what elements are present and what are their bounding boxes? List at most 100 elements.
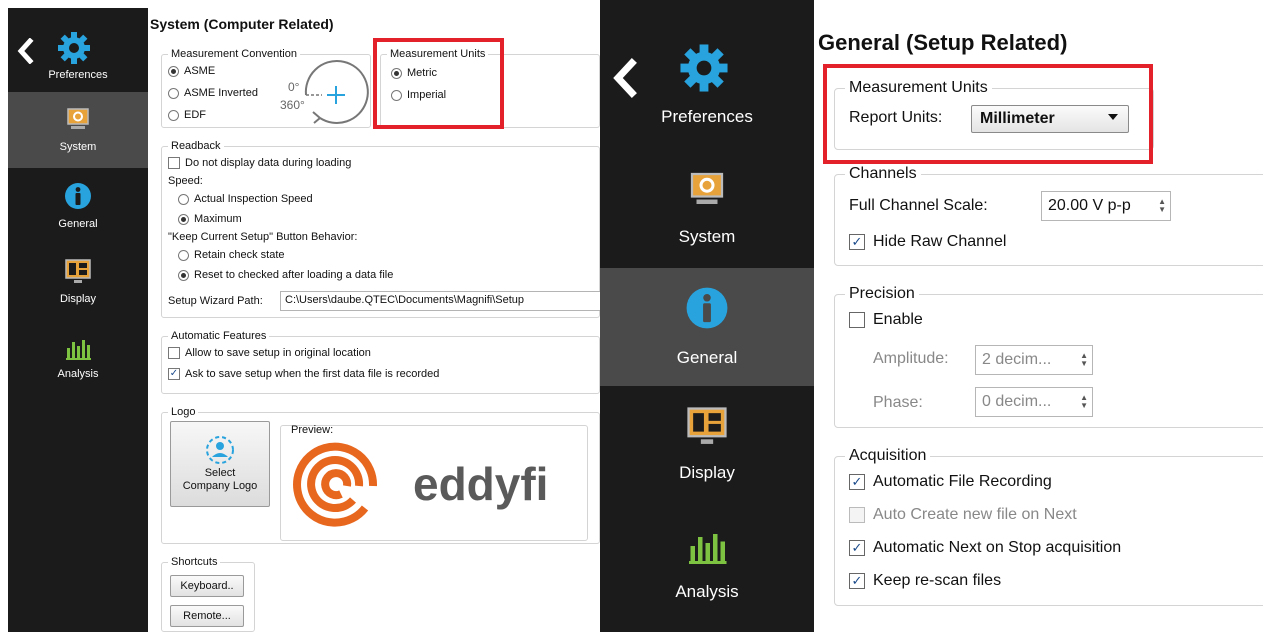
eddyfi-logo: eddyfi bbox=[293, 442, 548, 527]
radio-button[interactable] bbox=[178, 269, 189, 281]
speed-label: Speed: bbox=[168, 175, 203, 187]
sidebar-item-analysis[interactable]: Analysis bbox=[600, 506, 814, 624]
checkbox-precision-enable[interactable]: Enable bbox=[849, 311, 923, 329]
radio-label: ASME bbox=[184, 65, 216, 77]
logo-brand-text: eddyfi bbox=[413, 458, 548, 510]
checkbox[interactable]: ✓ bbox=[168, 368, 180, 380]
readback-group: Readback Do not display data during load… bbox=[161, 140, 600, 318]
sidebar-item-analysis[interactable]: Analysis bbox=[8, 320, 148, 396]
radio-actual-speed[interactable]: Actual Inspection Speed bbox=[178, 193, 313, 205]
radio-button[interactable] bbox=[168, 109, 179, 121]
sidebar-item-preferences[interactable]: Preferences bbox=[8, 18, 148, 94]
checkbox-keep-rescan-files[interactable]: ✓ Keep re-scan files bbox=[849, 572, 1001, 590]
remote-button[interactable]: Remote... bbox=[170, 605, 244, 627]
checkbox-label: Auto Create new file on Next bbox=[873, 506, 1077, 523]
left-content: System (Computer Related) Measurement Co… bbox=[148, 8, 600, 632]
group-label: Automatic Features bbox=[168, 330, 270, 342]
checkbox-automatic-next-on-stop[interactable]: ✓ Automatic Next on Stop acquisition bbox=[849, 539, 1121, 557]
group-label: Acquisition bbox=[845, 447, 931, 465]
checkbox[interactable]: ✓ bbox=[849, 540, 865, 556]
wizard-path-input[interactable]: C:\Users\daube.QTEC\Documents\Magnifi\Se… bbox=[280, 291, 600, 311]
radio-asme[interactable]: ASME bbox=[168, 65, 215, 77]
info-icon bbox=[65, 183, 91, 209]
precision-group: Precision Enable Amplitude: 2 decim... ▲… bbox=[834, 285, 1263, 428]
radio-button[interactable] bbox=[168, 87, 179, 99]
checkbox-auto-create-new-file[interactable]: Auto Create new file on Next bbox=[849, 506, 1077, 524]
select-company-logo-button[interactable]: Select Company Logo bbox=[170, 421, 270, 507]
radio-label: Maximum bbox=[194, 213, 242, 225]
radio-label: Retain check state bbox=[194, 249, 285, 261]
radio-retain-check[interactable]: Retain check state bbox=[178, 249, 285, 261]
sidebar-item-display[interactable]: Display bbox=[600, 386, 814, 504]
spinner-value: 0 decim... bbox=[982, 393, 1052, 410]
user-avatar-icon bbox=[206, 436, 234, 464]
checkbox-label: Keep re-scan files bbox=[873, 572, 1002, 589]
sidebar-item-label: Display bbox=[679, 463, 735, 482]
radio-reset-checked[interactable]: Reset to checked after loading a data fi… bbox=[178, 269, 393, 281]
analysis-icon bbox=[66, 340, 91, 360]
checkbox[interactable]: ✓ bbox=[849, 474, 865, 490]
keep-setup-label: "Keep Current Setup" Button Behavior: bbox=[168, 231, 358, 243]
radio-maximum[interactable]: Maximum bbox=[178, 213, 242, 225]
sidebar-item-display[interactable]: Display bbox=[8, 244, 148, 320]
phase-label: Phase: bbox=[873, 394, 923, 411]
measurement-convention-group: Measurement Convention ASME ASME Inverte… bbox=[161, 48, 371, 128]
radio-label: ASME Inverted bbox=[184, 87, 258, 99]
checkbox-ask-save[interactable]: ✓ Ask to save setup when the first data f… bbox=[168, 368, 439, 380]
checkbox-hide-raw-channel[interactable]: ✓ Hide Raw Channel bbox=[849, 233, 1006, 251]
sidebar-item-system[interactable]: System bbox=[8, 92, 148, 168]
radio-button[interactable] bbox=[178, 213, 189, 225]
radio-button[interactable] bbox=[168, 65, 179, 77]
checkbox-label: Hide Raw Channel bbox=[873, 233, 1007, 250]
radio-label: Actual Inspection Speed bbox=[194, 193, 313, 205]
info-icon bbox=[686, 287, 728, 329]
gear-icon bbox=[58, 32, 90, 64]
spinner-value: 2 decim... bbox=[982, 351, 1052, 368]
checkbox-no-display[interactable]: Do not display data during loading bbox=[168, 157, 351, 169]
display-icon bbox=[65, 259, 91, 283]
sidebar-item-system[interactable]: System bbox=[600, 150, 814, 268]
logo-preview-panel: Preview: eddyfi bbox=[280, 424, 588, 541]
amplitude-spinner[interactable]: 2 decim... ▲ ▼ bbox=[975, 345, 1093, 375]
checkbox[interactable] bbox=[168, 347, 180, 359]
radio-label: Reset to checked after loading a data fi… bbox=[194, 269, 394, 281]
amplitude-label: Amplitude: bbox=[873, 350, 949, 367]
checkbox-automatic-file-recording[interactable]: ✓ Automatic File Recording bbox=[849, 473, 1052, 491]
checkbox-save-original[interactable]: Allow to save setup in original location bbox=[168, 347, 371, 359]
right-screenshot: Preferences System General Display Analy… bbox=[600, 0, 1263, 632]
checkbox[interactable] bbox=[849, 312, 865, 328]
checkbox-label: Ask to save setup when the first data fi… bbox=[185, 368, 440, 380]
sidebar-item-general[interactable]: General bbox=[600, 268, 814, 386]
radio-edf[interactable]: EDF bbox=[168, 109, 206, 121]
full-channel-scale-spinner[interactable]: 20.00 V p-p ▲ ▼ bbox=[1041, 191, 1171, 221]
shortcuts-group: Shortcuts Keyboard.. Remote... bbox=[161, 556, 255, 632]
keyboard-button[interactable]: Keyboard.. bbox=[170, 575, 244, 597]
button-label: Select Company Logo bbox=[182, 467, 258, 492]
radio-asme-inverted[interactable]: ASME Inverted bbox=[168, 87, 258, 99]
radio-button[interactable] bbox=[178, 249, 189, 261]
checkbox[interactable]: ✓ bbox=[849, 234, 865, 250]
group-label: Readback bbox=[168, 140, 224, 152]
phase-spinner[interactable]: 0 decim... ▲ ▼ bbox=[975, 387, 1093, 417]
radio-button[interactable] bbox=[178, 193, 189, 205]
preview-label: Preview: bbox=[291, 424, 334, 436]
sidebar-item-preferences[interactable]: Preferences bbox=[600, 20, 814, 150]
group-label: Channels bbox=[845, 165, 921, 183]
left-screenshot: Preferences System General Display Analy… bbox=[8, 8, 600, 632]
checkbox[interactable] bbox=[849, 507, 865, 523]
spinner-arrows-icon[interactable]: ▲ ▼ bbox=[1080, 388, 1088, 416]
checkbox[interactable]: ✓ bbox=[849, 573, 865, 589]
group-label: Shortcuts bbox=[168, 556, 221, 568]
spinner-arrows-icon[interactable]: ▲ ▼ bbox=[1158, 192, 1166, 220]
sidebar-item-general[interactable]: General bbox=[8, 168, 148, 244]
spinner-arrows-icon[interactable]: ▲ ▼ bbox=[1080, 346, 1088, 374]
checkbox[interactable] bbox=[168, 157, 180, 169]
wizard-path-label: Setup Wizard Path: bbox=[168, 295, 263, 307]
right-content: General (Setup Related) Measurement Unit… bbox=[814, 0, 1263, 632]
page-title: System (Computer Related) bbox=[150, 16, 334, 32]
sidebar-item-label: Analysis bbox=[675, 582, 739, 601]
sidebar-item-label: General bbox=[58, 218, 98, 230]
right-sidebar: Preferences System General Display Analy… bbox=[600, 0, 814, 632]
radio-label: EDF bbox=[184, 109, 206, 121]
angle-full-label: 360° bbox=[280, 98, 305, 112]
